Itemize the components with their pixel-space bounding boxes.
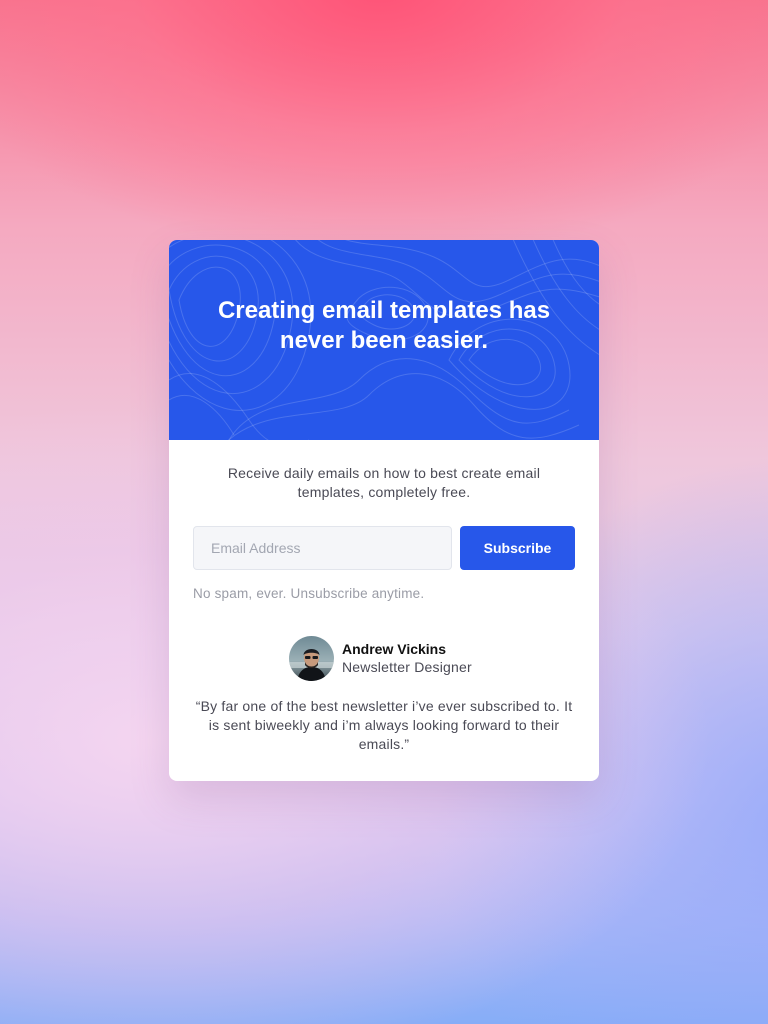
testimonial-quote: “By far one of the best newsletter i’ve …: [195, 698, 573, 752]
no-spam-note: No spam, ever. Unsubscribe anytime.: [193, 586, 425, 601]
newsletter-card: Creating email templates has never been …: [169, 240, 599, 781]
subscribe-button[interactable]: Subscribe: [460, 526, 575, 570]
avatar: [289, 635, 334, 681]
subscribe-form: Subscribe: [193, 526, 575, 570]
avatar-image: [289, 635, 334, 681]
testimonial-author: Andrew Vickins Newsletter Designer: [289, 635, 599, 681]
email-input[interactable]: [193, 526, 452, 570]
author-role: Newsletter Designer: [342, 659, 472, 675]
hero-title: Creating email templates has never been …: [217, 297, 551, 354]
hero-banner: Creating email templates has never been …: [169, 240, 599, 440]
intro-text: Receive daily emails on how to best crea…: [227, 465, 541, 500]
author-name: Andrew Vickins: [342, 641, 447, 657]
author-details: Andrew Vickins Newsletter Designer: [342, 640, 472, 676]
